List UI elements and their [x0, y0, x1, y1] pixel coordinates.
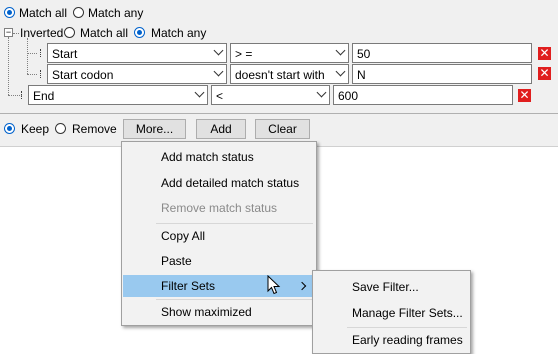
operator-select-value: < [216, 89, 224, 103]
chevron-down-icon [335, 45, 346, 56]
value-input-text: 50 [357, 47, 371, 61]
menu-item-paste[interactable]: Paste [123, 250, 315, 272]
delete-icon[interactable]: ✕ [538, 67, 551, 80]
menu-item-remove-match-status: Remove match status [123, 197, 315, 219]
field-select[interactable]: End [28, 85, 208, 105]
menu-item-label: Manage Filter Sets... [352, 306, 463, 320]
menu-item-add-match-status[interactable]: Add match status [123, 146, 315, 168]
group-match-any-radio[interactable] [134, 27, 145, 38]
field-select-value: Start [52, 47, 78, 61]
drag-handle-icon[interactable] [40, 49, 43, 57]
menu-item-label: Show maximized [161, 305, 252, 319]
menu-item-label: Add detailed match status [161, 176, 300, 190]
drag-handle-icon[interactable] [40, 70, 43, 78]
menu-item-label: Save Filter... [352, 280, 419, 294]
chevron-down-icon [335, 66, 346, 77]
collapse-icon[interactable]: − [4, 28, 13, 37]
group-match-all-label: Match all [80, 26, 129, 40]
value-input[interactable]: 50 [352, 43, 532, 63]
menu-item-save-filter[interactable]: Save Filter... [314, 276, 469, 298]
match-all-label: Match all [19, 6, 68, 20]
chevron-down-icon [316, 87, 327, 98]
mouse-cursor-icon [267, 275, 281, 295]
clear-button[interactable]: Clear [255, 119, 310, 139]
delete-icon[interactable]: ✕ [518, 89, 531, 102]
operator-select-value: doesn't start with [235, 68, 325, 82]
keep-label: Keep [21, 122, 50, 136]
menu-item-add-detailed-match-status[interactable]: Add detailed match status [123, 172, 315, 194]
chevron-down-icon [213, 45, 224, 56]
chevron-down-icon [213, 66, 224, 77]
operator-select[interactable]: > = [230, 43, 349, 63]
group-match-all-radio[interactable] [64, 27, 75, 38]
menu-item-label: Filter Sets [161, 279, 216, 293]
match-any-label: Match any [88, 6, 144, 20]
menu-separator [347, 327, 467, 328]
operator-select-value: > = [235, 47, 253, 61]
more-button[interactable]: More... [123, 119, 186, 139]
value-input-text: 600 [338, 89, 359, 103]
add-button[interactable]: Add [196, 119, 246, 139]
operator-select[interactable]: < [211, 85, 330, 105]
remove-label: Remove [72, 122, 117, 136]
inverted-label: Inverted [20, 26, 64, 40]
menu-item-label: Add match status [161, 150, 254, 164]
tree-line [8, 37, 9, 95]
menu-item-manage-filter-sets[interactable]: Manage Filter Sets... [314, 302, 469, 324]
more-menu: Add match status Add detailed match stat… [121, 141, 317, 326]
remove-radio[interactable] [55, 123, 66, 134]
field-select[interactable]: Start codon [47, 64, 227, 84]
field-select[interactable]: Start [47, 43, 227, 63]
filter-panel: Match all Match any − Inverted Match all… [0, 0, 558, 147]
delete-icon[interactable]: ✕ [538, 47, 551, 60]
tree-line [27, 74, 37, 75]
tree-line [27, 38, 28, 74]
drag-handle-icon[interactable] [21, 91, 24, 99]
operator-select[interactable]: doesn't start with [230, 64, 349, 84]
filter-sets-submenu: Save Filter... Manage Filter Sets... Ear… [312, 270, 471, 354]
menu-item-copy-all[interactable]: Copy All [123, 225, 315, 247]
menu-item-label: Remove match status [161, 201, 278, 215]
chevron-right-icon [297, 281, 307, 291]
match-any-radio[interactable] [73, 7, 84, 18]
keep-radio[interactable] [4, 123, 15, 134]
value-input[interactable]: 600 [333, 85, 513, 105]
tree-line [27, 53, 37, 54]
menu-item-label: Paste [161, 254, 192, 268]
menu-separator [156, 299, 313, 300]
menu-item-filter-sets[interactable]: Filter Sets [123, 275, 315, 297]
menu-item-show-maximized[interactable]: Show maximized [123, 301, 315, 323]
chevron-down-icon [194, 87, 205, 98]
value-input-text: N [357, 68, 366, 82]
tree-line [13, 33, 19, 34]
value-input[interactable]: N [352, 64, 532, 84]
field-select-value: End [33, 89, 55, 103]
menu-item-early-reading-frames[interactable]: Early reading frames [314, 329, 469, 351]
group-match-any-label: Match any [151, 26, 207, 40]
match-all-radio[interactable] [4, 7, 15, 18]
menu-item-label: Early reading frames [352, 333, 463, 347]
menu-item-label: Copy All [161, 229, 206, 243]
field-select-value: Start codon [52, 68, 114, 82]
divider [0, 113, 558, 114]
tree-line [8, 95, 22, 96]
menu-separator [156, 223, 313, 224]
